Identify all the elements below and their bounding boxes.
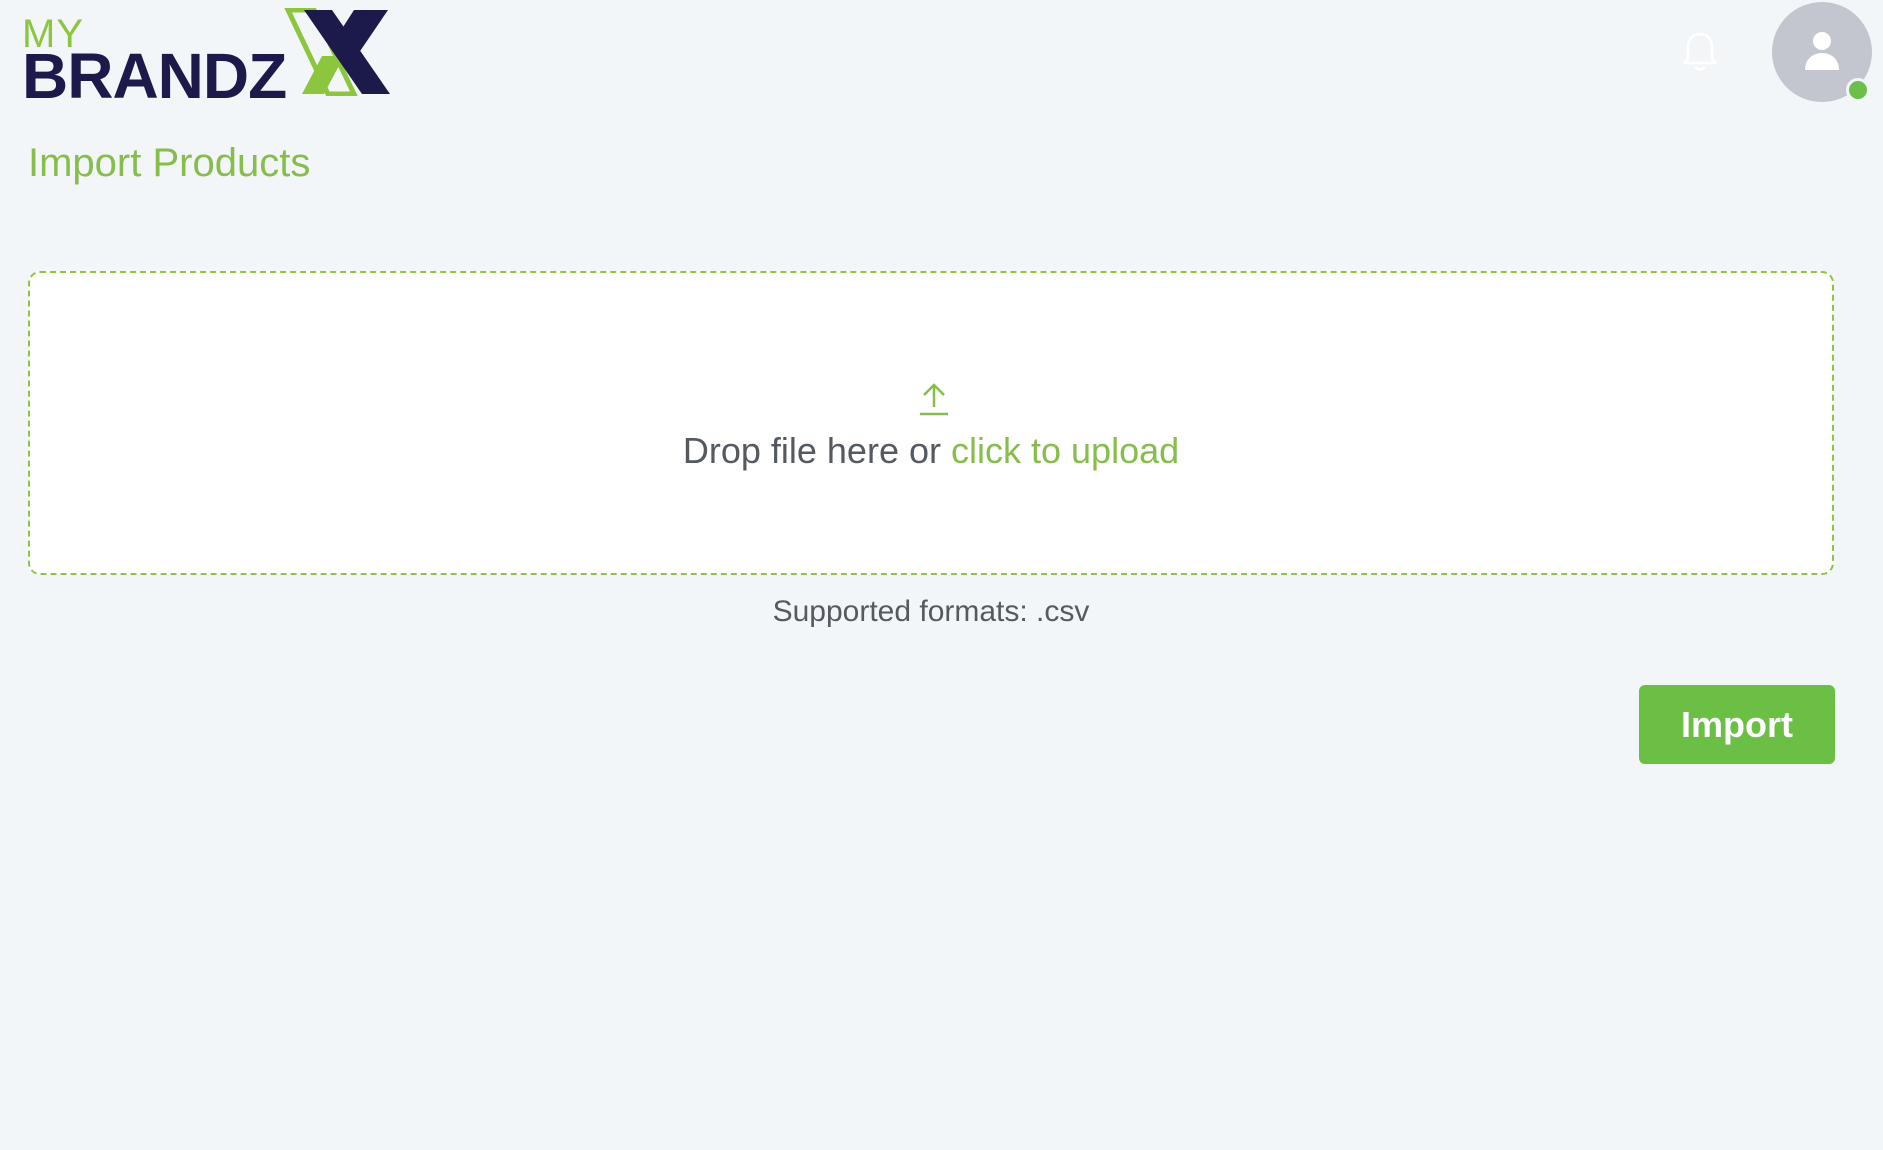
brand-logo[interactable]: MY BRANDZ — [22, 8, 390, 108]
upload-arrow-icon — [920, 383, 948, 416]
bell-icon[interactable] — [1680, 30, 1720, 74]
drop-prompt: Drop file here or — [682, 430, 941, 471]
user-icon — [1805, 32, 1839, 70]
import-button[interactable]: Import — [1639, 685, 1835, 764]
logo-x-mark — [284, 8, 390, 96]
logo-brand-text: BRANDZ — [22, 40, 287, 112]
supported-formats-note: Supported formats: .csv — [772, 595, 1090, 628]
top-header: MY BRANDZ — [0, 0, 1883, 120]
click-to-upload-link[interactable]: click to upload — [951, 430, 1179, 471]
dropzone-text: Drop file here or click to upload — [30, 433, 1832, 469]
page-title: Import Products — [28, 141, 311, 185]
online-status-dot — [1846, 78, 1870, 102]
file-dropzone[interactable]: Drop file here or click to upload — [28, 271, 1834, 575]
